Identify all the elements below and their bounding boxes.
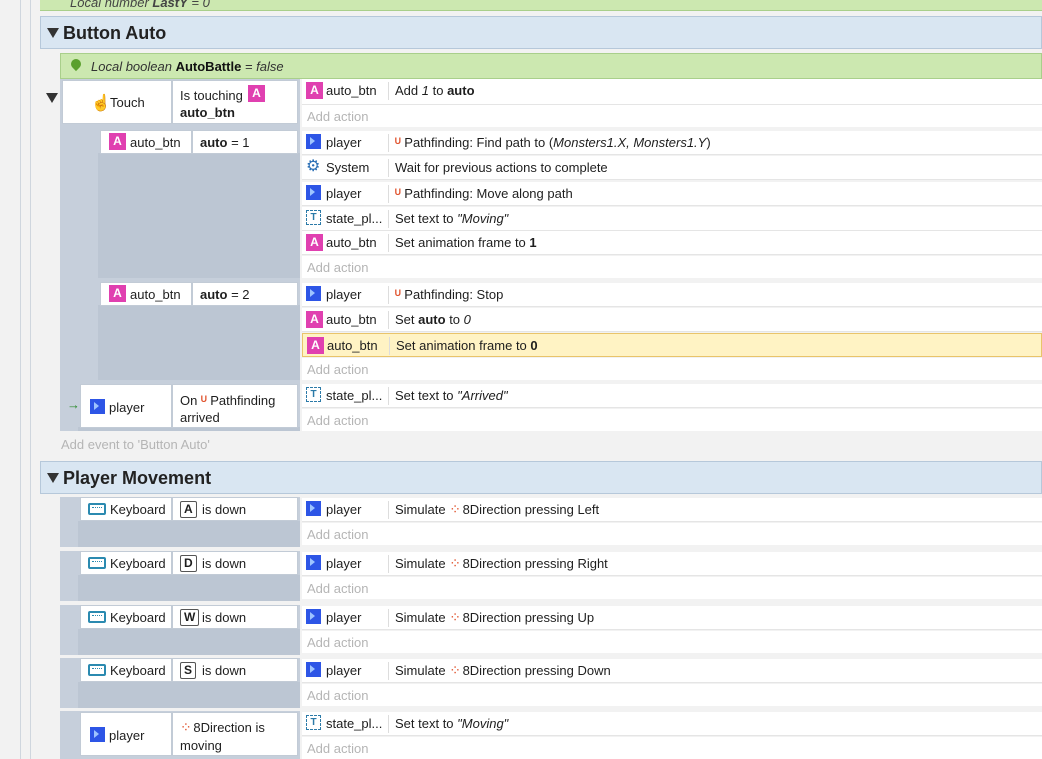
group-header-player-movement[interactable]: Player Movement [40,461,1042,494]
condition-key-is-down[interactable]: D is down [172,551,298,575]
add-action-link[interactable]: Add action [302,358,1042,380]
pathfinding-icon: ᵁ [395,135,401,150]
action-row[interactable]: player ᵁ Pathfinding: Move along path [302,182,1042,206]
player-icon [306,609,321,624]
keyboard-icon [88,557,106,569]
keyboard-icon [88,503,106,515]
action-row[interactable]: player ᵁ Pathfinding: Stop [302,283,1042,307]
player-icon [306,286,321,301]
sprite-icon: A [306,234,323,251]
player-icon [90,727,105,742]
indent-guide [20,0,21,759]
add-action-link[interactable]: Add action [302,577,1042,599]
add-action-link[interactable]: Add action [302,684,1042,706]
sprite-icon: A [248,85,265,102]
condition-is-touching[interactable]: Is touching A auto_btn [172,80,298,124]
condition-8direction-moving[interactable]: ⁘ 8Direction is moving [172,712,298,756]
player-icon [306,555,321,570]
player-icon [306,501,321,516]
condition-key-is-down[interactable]: A is down [172,497,298,521]
action-row[interactable]: A auto_btn Set auto to 0 [302,308,1042,332]
add-action-link[interactable]: Add action [302,256,1042,278]
local-variable-autobattle[interactable]: Local boolean AutoBattle = false [60,53,1042,79]
action-row[interactable]: A auto_btn Set animation frame to 1 [302,231,1042,255]
keyboard-icon [88,664,106,676]
action-row[interactable]: T state_pl... Set text to "Moving" [302,712,1042,736]
action-row[interactable]: player Simulate ⁘ 8Direction pressing Up [302,606,1042,630]
add-action-link[interactable]: Add action [302,523,1042,545]
group-title: Player Movement [63,468,212,488]
player-icon [90,399,105,414]
add-action-link[interactable]: Add action [302,105,1042,127]
condition-compare-auto[interactable]: auto = 1 [192,130,298,154]
condition-object-keyboard[interactable]: Keyboard [80,551,172,575]
condition-compare-auto[interactable]: auto = 2 [192,282,298,306]
player-icon [306,134,321,149]
condition-object-player[interactable]: player [80,712,172,756]
condition-object-keyboard[interactable]: Keyboard [80,605,172,629]
action-row[interactable]: player Simulate ⁘ 8Direction pressing Le… [302,498,1042,522]
sprite-icon: A [306,82,323,99]
condition-object-player[interactable]: player [80,384,172,428]
condition-object-keyboard[interactable]: Keyboard [80,497,172,521]
action-row[interactable]: player Simulate ⁘ 8Direction pressing Do… [302,659,1042,683]
indent-guide [30,0,31,759]
condition-key-is-down[interactable]: S is down [172,658,298,682]
collapse-triangle-icon[interactable] [47,28,59,38]
pathfinding-icon: ᵁ [200,393,207,408]
sprite-icon: A [306,311,323,328]
action-row[interactable]: A auto_btn Add 1 to auto [302,79,1042,105]
key-badge: W [180,609,200,626]
8direction-icon: ⁘ [449,662,461,678]
key-badge: A [180,501,197,518]
condition-object-auto-btn[interactable]: A auto_btn [100,130,192,154]
8direction-icon: ⁘ [449,609,461,625]
add-event-link[interactable]: Add event to 'Button Auto' [61,437,210,452]
touch-icon: ☝ [91,95,111,112]
key-badge: S [180,662,197,679]
8direction-icon: ⁘ [449,501,461,517]
action-row[interactable]: player Simulate ⁘ 8Direction pressing Ri… [302,552,1042,576]
condition-object-auto-btn[interactable]: A auto_btn [100,282,192,306]
trigger-arrow-icon: → [67,397,80,412]
condition-object-keyboard[interactable]: Keyboard [80,658,172,682]
sprite-icon: A [109,133,126,150]
gear-icon: ⚙ [306,158,321,175]
8direction-icon: ⁘ [449,555,461,571]
player-icon [306,662,321,677]
action-row[interactable]: ⚙ System Wait for previous actions to co… [302,156,1042,180]
group-header-button-auto[interactable]: Button Auto [40,16,1042,49]
action-row-selected[interactable]: A auto_btn Set animation frame to 0 [302,333,1042,357]
text-object-icon: T [306,210,321,225]
group-title: Button Auto [63,23,167,43]
collapse-triangle-icon[interactable] [47,473,59,483]
action-row[interactable]: T state_pl... Set text to "Moving" [302,207,1042,231]
condition-key-is-down[interactable]: W is down [172,605,298,629]
sprite-icon: A [307,337,324,354]
pathfinding-icon: ᵁ [395,186,401,201]
condition-on-pathfinding-arrived[interactable]: On ᵁ Pathfinding arrived [172,384,298,428]
collapse-triangle-icon[interactable] [46,93,58,103]
text-object-icon: T [306,387,321,402]
location-pin-icon [68,56,84,72]
8direction-icon: ⁘ [180,719,192,735]
text-object-icon: T [306,715,321,730]
pathfinding-icon: ᵁ [395,287,401,302]
add-action-link[interactable]: Add action [302,737,1042,759]
action-row[interactable]: player ᵁ Pathfinding: Find path to (Mons… [302,131,1042,155]
add-action-link[interactable]: Add action [302,409,1042,431]
player-icon [306,185,321,200]
action-row[interactable]: T state_pl... Set text to "Arrived" [302,384,1042,408]
local-variable-lasty[interactable]: Local number LastY = 0 [40,0,1042,11]
condition-object-touch[interactable]: ☝ Touch [62,80,172,124]
add-action-link[interactable]: Add action [302,631,1042,653]
sprite-icon: A [109,285,126,302]
keyboard-icon [88,611,106,623]
key-badge: D [180,555,197,572]
